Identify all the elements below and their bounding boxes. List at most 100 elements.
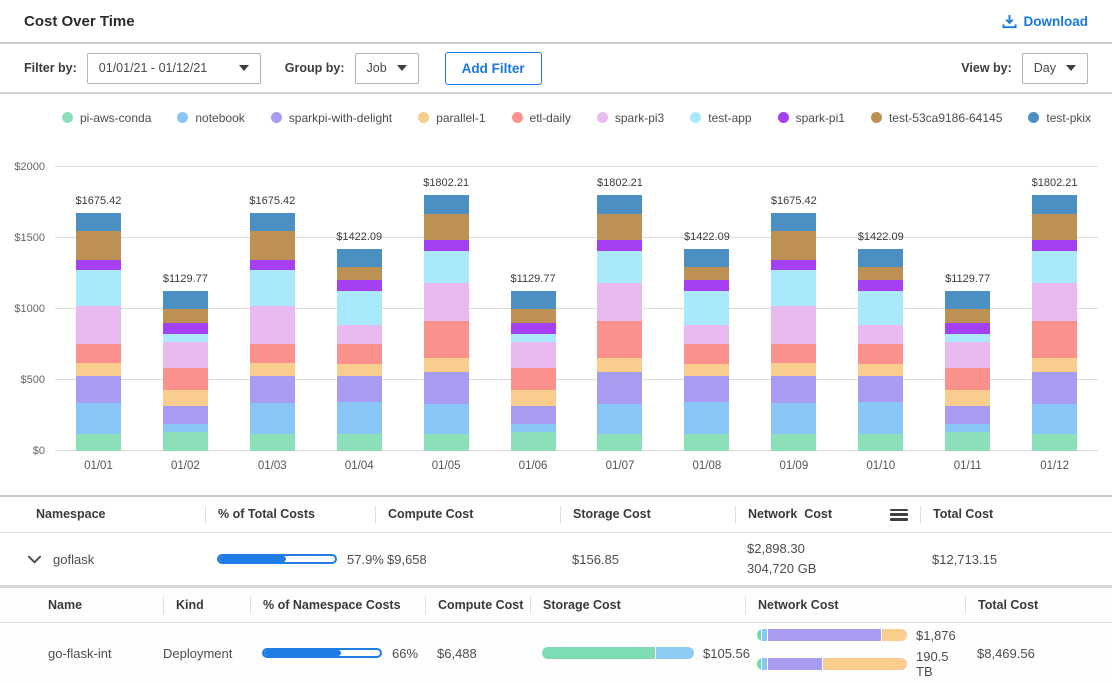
bar-segment-test-pkix[interactable] (771, 213, 816, 231)
bar-segment-test-pkix[interactable] (163, 291, 208, 309)
stacked-bar-01/06[interactable]: $1129.77 (511, 291, 556, 451)
bar-segment-notebook[interactable] (1032, 404, 1077, 434)
bar-segment-spark-pi1[interactable] (337, 280, 382, 291)
bar-segment-etl-daily[interactable] (250, 344, 295, 363)
legend-item-test-53ca9186-64145[interactable]: test-53ca9186-64145 (871, 111, 1002, 125)
bar-segment-spark-pi1[interactable] (858, 280, 903, 291)
bar-segment-sparkpi-with-delight[interactable] (945, 406, 990, 424)
bar-segment-spark-pi3[interactable] (771, 306, 816, 344)
bar-segment-test-pkix[interactable] (511, 291, 556, 309)
bar-segment-pi-aws-conda[interactable] (597, 434, 642, 451)
bar-segment-notebook[interactable] (511, 424, 556, 432)
bar-segment-spark-pi1[interactable] (511, 323, 556, 334)
bar-segment-notebook[interactable] (858, 402, 903, 433)
bar-segment-test-53ca9186-64145[interactable] (684, 267, 729, 280)
bar-segment-pi-aws-conda[interactable] (163, 432, 208, 451)
bar-segment-spark-pi3[interactable] (684, 325, 729, 345)
bar-segment-sparkpi-with-delight[interactable] (1032, 372, 1077, 404)
bar-segment-pi-aws-conda[interactable] (684, 434, 729, 451)
bar-segment-notebook[interactable] (337, 402, 382, 433)
bar-segment-test-53ca9186-64145[interactable] (945, 309, 990, 323)
namespace-expander[interactable]: goflask (0, 552, 205, 567)
add-filter-button[interactable]: Add Filter (445, 52, 542, 85)
bar-segment-pi-aws-conda[interactable] (250, 434, 295, 451)
bar-segment-test-53ca9186-64145[interactable] (597, 214, 642, 240)
bar-segment-etl-daily[interactable] (684, 344, 729, 363)
bar-segment-spark-pi3[interactable] (163, 342, 208, 368)
stacked-bar-01/11[interactable]: $1129.77 (945, 291, 990, 451)
stacked-bar-01/02[interactable]: $1129.77 (163, 291, 208, 451)
bar-segment-spark-pi3[interactable] (1032, 283, 1077, 321)
bar-segment-notebook[interactable] (250, 403, 295, 434)
bar-segment-spark-pi1[interactable] (945, 323, 990, 334)
bar-segment-pi-aws-conda[interactable] (1032, 434, 1077, 451)
legend-item-test-app[interactable]: test-app (690, 111, 751, 125)
bar-segment-test-53ca9186-64145[interactable] (163, 309, 208, 323)
bar-segment-parallel-1[interactable] (163, 390, 208, 406)
bar-segment-notebook[interactable] (424, 404, 469, 434)
bar-segment-parallel-1[interactable] (424, 358, 469, 372)
bar-segment-test-pkix[interactable] (945, 291, 990, 309)
date-range-select[interactable]: 01/01/21 - 01/12/21 (87, 53, 261, 84)
bar-segment-test-53ca9186-64145[interactable] (1032, 214, 1077, 240)
bar-segment-test-53ca9186-64145[interactable] (858, 267, 903, 280)
bar-segment-parallel-1[interactable] (511, 390, 556, 406)
bar-segment-spark-pi3[interactable] (945, 342, 990, 368)
legend-item-etl-daily[interactable]: etl-daily (512, 111, 571, 125)
stacked-bar-01/08[interactable]: $1422.09 (684, 249, 729, 451)
legend-item-spark-pi1[interactable]: spark-pi1 (778, 111, 845, 125)
bar-segment-test-pkix[interactable] (858, 249, 903, 267)
menu-icon[interactable] (890, 509, 908, 521)
bar-segment-etl-daily[interactable] (597, 321, 642, 358)
bar-segment-etl-daily[interactable] (163, 368, 208, 390)
bar-segment-parallel-1[interactable] (250, 363, 295, 376)
bar-segment-notebook[interactable] (76, 403, 121, 434)
stacked-bar-01/05[interactable]: $1802.21 (424, 195, 469, 451)
bar-segment-sparkpi-with-delight[interactable] (858, 376, 903, 402)
bar-segment-test-pkix[interactable] (424, 195, 469, 214)
bar-segment-spark-pi3[interactable] (250, 306, 295, 344)
bar-segment-test-app[interactable] (858, 291, 903, 325)
bar-segment-parallel-1[interactable] (76, 363, 121, 376)
stacked-bar-01/07[interactable]: $1802.21 (597, 195, 642, 451)
bar-segment-pi-aws-conda[interactable] (771, 434, 816, 451)
stacked-bar-01/12[interactable]: $1802.21 (1032, 195, 1077, 451)
bar-segment-parallel-1[interactable] (771, 363, 816, 376)
bar-segment-test-app[interactable] (771, 270, 816, 306)
chevron-down-icon[interactable] (28, 555, 41, 564)
bar-segment-parallel-1[interactable] (684, 364, 729, 377)
bar-segment-test-53ca9186-64145[interactable] (337, 267, 382, 280)
bar-segment-test-pkix[interactable] (76, 213, 121, 231)
bar-segment-pi-aws-conda[interactable] (76, 434, 121, 451)
bar-segment-sparkpi-with-delight[interactable] (424, 372, 469, 404)
bar-segment-pi-aws-conda[interactable] (945, 432, 990, 451)
bar-segment-test-pkix[interactable] (1032, 195, 1077, 214)
bar-segment-sparkpi-with-delight[interactable] (76, 376, 121, 402)
group-by-select[interactable]: Job (355, 53, 419, 84)
bar-segment-spark-pi1[interactable] (684, 280, 729, 291)
stacked-bar-01/04[interactable]: $1422.09 (337, 249, 382, 451)
bar-segment-etl-daily[interactable] (771, 344, 816, 363)
stacked-bar-01/09[interactable]: $1675.42 (771, 213, 816, 451)
bar-segment-sparkpi-with-delight[interactable] (337, 376, 382, 402)
bar-segment-spark-pi3[interactable] (76, 306, 121, 344)
bar-segment-parallel-1[interactable] (858, 364, 903, 377)
bar-segment-etl-daily[interactable] (337, 344, 382, 363)
legend-item-notebook[interactable]: notebook (177, 111, 244, 125)
bar-segment-parallel-1[interactable] (597, 358, 642, 372)
bar-segment-notebook[interactable] (684, 402, 729, 433)
legend-item-sparkpi-with-delight[interactable]: sparkpi-with-delight (271, 111, 392, 125)
bar-segment-spark-pi1[interactable] (424, 240, 469, 251)
bar-segment-pi-aws-conda[interactable] (511, 432, 556, 451)
bar-segment-spark-pi3[interactable] (597, 283, 642, 321)
bar-segment-spark-pi1[interactable] (250, 260, 295, 270)
bar-segment-sparkpi-with-delight[interactable] (250, 376, 295, 402)
bar-segment-test-53ca9186-64145[interactable] (511, 309, 556, 323)
bar-segment-sparkpi-with-delight[interactable] (684, 376, 729, 402)
bar-segment-test-app[interactable] (597, 251, 642, 283)
bar-segment-etl-daily[interactable] (945, 368, 990, 390)
bar-segment-spark-pi1[interactable] (771, 260, 816, 270)
bar-segment-test-app[interactable] (337, 291, 382, 325)
bar-segment-spark-pi1[interactable] (1032, 240, 1077, 251)
bar-segment-test-app[interactable] (424, 251, 469, 283)
